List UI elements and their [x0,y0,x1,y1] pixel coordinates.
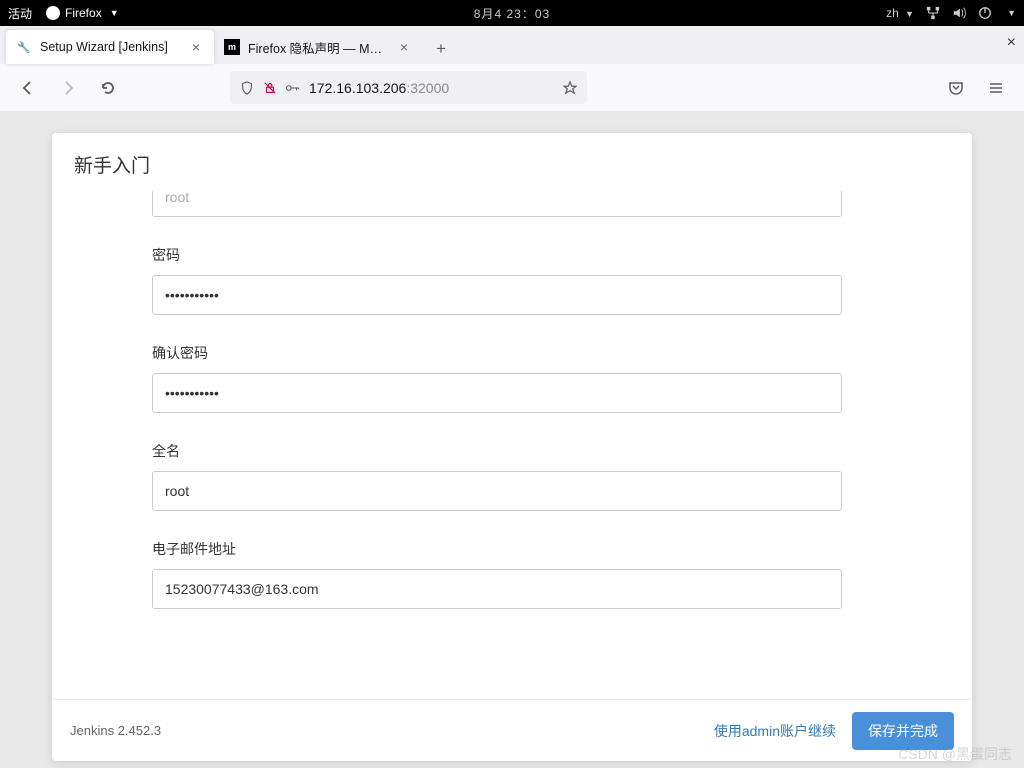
browser-tab-active[interactable]: 🔧 Setup Wizard [Jenkins] × [6,30,214,64]
form-group-confirm-password: 确认密码 [152,343,842,413]
firefox-icon [46,6,60,20]
form-group-username [152,191,842,217]
pocket-icon [948,80,964,96]
form-group-fullname: 全名 [152,441,842,511]
current-app-menu[interactable]: Firefox ▼ [46,6,119,20]
url-text: 172.16.103.206:32000 [309,80,554,96]
form-group-email: 电子邮件地址 [152,539,842,609]
power-icon[interactable] [978,6,992,20]
password-label: 密码 [152,245,842,265]
page-viewport: 新手入门 密码 确认密码 全名 电子邮件地址 [0,111,1024,768]
address-bar[interactable]: 172.16.103.206:32000 [230,71,587,104]
app-menu-button[interactable] [980,72,1012,104]
chevron-down-icon: ▼ [905,9,914,19]
save-finish-button[interactable]: 保存并完成 [852,712,954,750]
arrow-right-icon [60,80,76,96]
volume-icon[interactable] [952,6,966,20]
fullname-field[interactable] [152,471,842,511]
continue-as-admin-button[interactable]: 使用admin账户继续 [714,721,836,741]
browser-tab[interactable]: m Firefox 隐私声明 — Mozil × [214,30,422,64]
arrow-left-icon [20,80,36,96]
reload-icon [100,80,116,96]
wizard-title: 新手入门 [52,133,972,191]
footer-actions: 使用admin账户继续 保存并完成 [714,712,954,750]
browser-chrome: 🔧 Setup Wizard [Jenkins] × m Firefox 隐私声… [0,26,1024,111]
tab-title: Firefox 隐私声明 — Mozil [248,38,388,57]
close-icon[interactable]: × [188,39,204,55]
email-label: 电子邮件地址 [152,539,842,559]
app-name-label: Firefox [65,6,102,20]
shield-icon [240,81,254,95]
nav-toolbar: 172.16.103.206:32000 [0,64,1024,111]
fullname-label: 全名 [152,441,842,461]
tab-title: Setup Wizard [Jenkins] [40,40,180,54]
confirm-password-field[interactable] [152,373,842,413]
close-icon[interactable]: × [396,39,412,55]
jenkins-setup-wizard: 新手入门 密码 确认密码 全名 电子邮件地址 [52,133,972,761]
password-field[interactable] [152,275,842,315]
form-group-password: 密码 [152,245,842,315]
key-icon [286,81,300,95]
sys-left-group: 活动 Firefox ▼ [8,5,119,22]
wizard-form-body[interactable]: 密码 确认密码 全名 电子邮件地址 [52,191,972,699]
lock-slash-icon [263,81,277,95]
mozilla-icon: m [224,39,240,55]
chevron-down-icon: ▼ [110,8,119,18]
language-indicator[interactable]: zh ▼ [886,6,914,20]
activities-label[interactable]: 活动 [8,5,32,22]
network-icon[interactable] [926,6,940,20]
datetime-label[interactable]: 8月4 23：03 [474,5,550,22]
window-close-button[interactable]: × [1007,34,1016,52]
sys-right-group: zh ▼ ▼ [886,6,1016,20]
jenkins-icon: 🔧 [16,39,32,55]
new-tab-button[interactable]: + [426,34,456,64]
forward-button[interactable] [52,72,84,104]
system-top-bar: 活动 Firefox ▼ 8月4 23：03 zh ▼ ▼ [0,0,1024,26]
jenkins-version-label: Jenkins 2.452.3 [70,723,161,738]
chevron-down-icon[interactable]: ▼ [1007,8,1016,18]
wizard-footer: Jenkins 2.452.3 使用admin账户继续 保存并完成 [52,699,972,761]
pocket-button[interactable] [940,72,972,104]
confirm-password-label: 确认密码 [152,343,842,363]
hamburger-icon [988,80,1004,96]
username-field[interactable] [152,191,842,217]
reload-button[interactable] [92,72,124,104]
email-field[interactable] [152,569,842,609]
tab-strip: 🔧 Setup Wizard [Jenkins] × m Firefox 隐私声… [0,26,1024,64]
back-button[interactable] [12,72,44,104]
bookmark-star-icon[interactable] [563,81,577,95]
